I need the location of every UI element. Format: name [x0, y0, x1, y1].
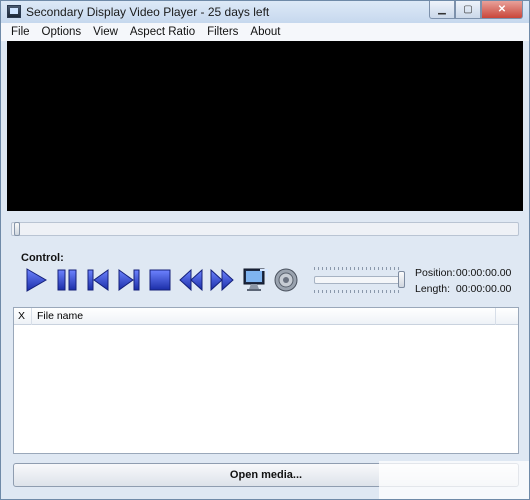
- menu-bar: File Options View Aspect Ratio Filters A…: [1, 23, 529, 41]
- stop-button[interactable]: [147, 267, 173, 293]
- position-readout: Position: 00:00:00.00: [415, 267, 511, 279]
- play-button[interactable]: [23, 267, 49, 293]
- previous-icon: [87, 269, 109, 291]
- seek-slider-thumb[interactable]: [14, 222, 20, 236]
- file-list[interactable]: X File name: [13, 307, 519, 454]
- column-header-filler: [496, 308, 518, 325]
- pause-button[interactable]: [54, 267, 80, 293]
- volume-button[interactable]: [273, 267, 299, 293]
- volume-ticks-top: [314, 267, 400, 270]
- fast-forward-button[interactable]: [209, 267, 235, 293]
- next-button[interactable]: [116, 267, 142, 293]
- app-icon: [7, 5, 21, 18]
- position-label: Position:: [415, 267, 456, 279]
- maximize-button[interactable]: ▢: [455, 1, 481, 19]
- volume-slider[interactable]: [314, 267, 406, 293]
- control-group-label: Control:: [21, 252, 64, 264]
- length-label: Length:: [415, 283, 451, 295]
- menu-aspect-ratio[interactable]: Aspect Ratio: [124, 26, 201, 38]
- rewind-button[interactable]: [178, 267, 204, 293]
- secondary-display-button[interactable]: [242, 267, 268, 293]
- video-display[interactable]: [7, 41, 523, 211]
- length-readout: Length: 00:00:00.00: [415, 283, 511, 295]
- window-title: Secondary Display Video Player - 25 days…: [26, 5, 270, 19]
- maximize-icon: ▢: [463, 4, 473, 15]
- position-value: 00:00:00.00: [455, 267, 512, 279]
- minimize-button[interactable]: ▁: [429, 1, 455, 19]
- length-value: 00:00:00.00: [455, 283, 512, 295]
- close-button[interactable]: ✕: [481, 1, 523, 19]
- minimize-icon: ▁: [438, 4, 446, 15]
- speaker-icon: [274, 268, 298, 292]
- volume-ticks-bottom: [314, 290, 400, 293]
- title-bar[interactable]: Secondary Display Video Player - 25 days…: [1, 1, 529, 23]
- pause-icon: [57, 269, 77, 291]
- menu-about[interactable]: About: [244, 26, 286, 38]
- menu-file[interactable]: File: [5, 26, 36, 38]
- menu-view[interactable]: View: [87, 26, 124, 38]
- monitor-icon: [243, 268, 268, 291]
- menu-options[interactable]: Options: [36, 26, 88, 38]
- column-header-file-name[interactable]: File name: [32, 308, 496, 325]
- app-window: Secondary Display Video Player - 25 days…: [0, 0, 530, 500]
- file-list-header: X File name: [14, 308, 518, 325]
- next-icon: [118, 269, 140, 291]
- close-icon: ✕: [497, 4, 507, 15]
- previous-button[interactable]: [85, 267, 111, 293]
- menu-filters[interactable]: Filters: [201, 26, 244, 38]
- volume-rail: [314, 276, 400, 284]
- play-icon: [26, 268, 47, 292]
- column-header-remove[interactable]: X: [14, 308, 32, 325]
- rewind-icon: [179, 268, 203, 292]
- watermark-overlay: [379, 461, 529, 499]
- volume-slider-thumb[interactable]: [398, 271, 405, 288]
- seek-slider[interactable]: [11, 222, 519, 236]
- stop-icon: [149, 269, 171, 291]
- window-controls: ▁ ▢ ✕: [429, 1, 523, 19]
- fast-forward-icon: [210, 268, 234, 292]
